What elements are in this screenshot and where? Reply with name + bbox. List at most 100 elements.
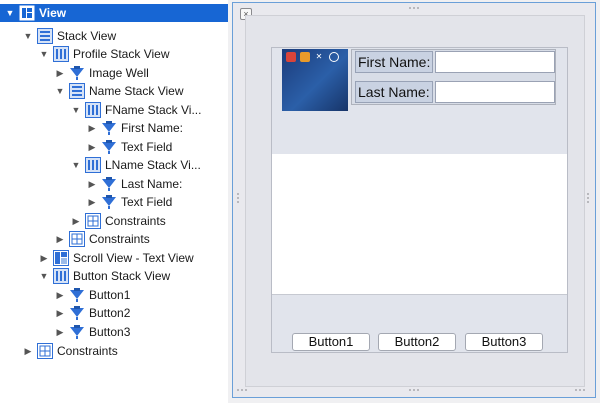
vertical-stack-icon <box>69 83 85 99</box>
outline-item-lname-stack-view[interactable]: ▼ LName Stack Vi... <box>0 156 228 174</box>
outline-item-label: Scroll View - Text View <box>73 251 194 265</box>
outline-item-name-stack-view[interactable]: ▼ Name Stack View <box>0 82 228 100</box>
outline-item-label: Name Stack View <box>89 84 184 98</box>
outline-item-first-name-label[interactable]: ▶ First Name: <box>0 119 228 137</box>
view-object-icon <box>69 287 85 303</box>
button2[interactable]: Button2 <box>378 333 456 351</box>
resize-handle-bottom-right[interactable] <box>575 389 587 393</box>
disclosure-open-icon[interactable]: ▼ <box>22 30 34 42</box>
disclosure-open-icon[interactable]: ▼ <box>54 85 66 97</box>
outline-item-name-constraints[interactable]: ▶ Constraints <box>0 212 228 230</box>
disclosure-closed-icon[interactable]: ▶ <box>22 345 34 357</box>
disclosure-closed-icon[interactable]: ▶ <box>86 141 98 153</box>
view-object-icon <box>101 176 117 192</box>
outline-item-label: Button1 <box>89 288 131 302</box>
lname-stack-view[interactable]: Last Name: <box>355 81 555 103</box>
scroll-view-icon <box>53 250 69 266</box>
app-icon <box>286 52 296 62</box>
disclosure-open-icon[interactable]: ▼ <box>4 7 16 19</box>
outline-item-first-name-field[interactable]: ▶ Text Field <box>0 138 228 156</box>
outline-item-label: Constraints <box>105 214 166 228</box>
outline-item-scroll-view[interactable]: ▶ Scroll View - Text View <box>0 249 228 267</box>
disclosure-open-icon[interactable]: ▼ <box>38 48 50 60</box>
view-object-icon <box>101 139 117 155</box>
disclosure-closed-icon[interactable]: ▶ <box>54 326 66 338</box>
outline-item-label: Constraints <box>89 232 150 246</box>
outline-item-label: Profile Stack View <box>73 47 170 61</box>
fname-stack-view[interactable]: First Name: <box>355 51 555 73</box>
disclosure-closed-icon[interactable]: ▶ <box>86 196 98 208</box>
outline-item-button1[interactable]: ▶ Button1 <box>0 286 228 304</box>
constraints-icon <box>69 231 85 247</box>
outline-item-label: First Name: <box>121 121 184 135</box>
outline-item-view-constraints[interactable]: ▶ Constraints <box>0 342 228 360</box>
button-stack-view[interactable]: Button1 Button2 Button3 <box>272 295 567 352</box>
outline-item-profile-stack-view[interactable]: ▼ Profile Stack View <box>0 45 228 63</box>
outline-item-view[interactable]: ▼ View <box>0 4 228 22</box>
outline-item-button3[interactable]: ▶ Button3 <box>0 323 228 341</box>
outline-item-profile-constraints[interactable]: ▶ Constraints <box>0 230 228 248</box>
vertical-stack-icon <box>37 28 53 44</box>
outline-item-stack-view[interactable]: ▼ Stack View <box>0 27 228 45</box>
disclosure-closed-icon[interactable]: ▶ <box>54 307 66 319</box>
view-controller-scene[interactable]: × ✕ First Name: Last Name: Button1 Butto… <box>232 2 596 398</box>
outline-item-label: View <box>39 6 67 20</box>
image-well[interactable]: ✕ <box>282 49 348 111</box>
scroll-text-view[interactable] <box>272 154 567 295</box>
button3[interactable]: Button3 <box>465 333 543 351</box>
outline-item-button2[interactable]: ▶ Button2 <box>0 304 228 322</box>
disclosure-closed-icon[interactable]: ▶ <box>86 122 98 134</box>
outline-item-label: Stack View <box>57 29 117 43</box>
outline-item-image-well[interactable]: ▶ Image Well <box>0 64 228 82</box>
resize-handle-right[interactable] <box>587 193 591 205</box>
disclosure-closed-icon[interactable]: ▶ <box>54 233 66 245</box>
first-name-field[interactable] <box>435 51 555 73</box>
outline-item-label: Button3 <box>89 325 131 339</box>
resize-handle-top[interactable] <box>409 7 421 11</box>
last-name-label: Last Name: <box>355 81 433 103</box>
disclosure-open-icon[interactable]: ▼ <box>70 159 82 171</box>
resize-handle-left[interactable] <box>237 193 241 205</box>
disclosure-closed-icon[interactable]: ▶ <box>54 289 66 301</box>
horizontal-stack-icon <box>53 268 69 284</box>
disclosure-closed-icon[interactable]: ▶ <box>38 252 50 264</box>
outline-item-label: Button2 <box>89 306 131 320</box>
outline-item-label: Image Well <box>89 66 149 80</box>
interface-builder-canvas: × ✕ First Name: Last Name: Button1 Butto… <box>228 0 600 403</box>
horizontal-stack-icon <box>53 46 69 62</box>
view-object-icon <box>101 194 117 210</box>
app-icon <box>300 52 310 62</box>
constraints-icon <box>37 343 53 359</box>
disclosure-closed-icon[interactable]: ▶ <box>54 67 66 79</box>
horizontal-stack-icon <box>85 102 101 118</box>
profile-stack-view[interactable]: ✕ First Name: Last Name: <box>272 48 567 155</box>
view-object-icon <box>101 120 117 136</box>
disclosure-open-icon[interactable]: ▼ <box>38 270 50 282</box>
view-object-icon <box>69 305 85 321</box>
outline-item-last-name-label[interactable]: ▶ Last Name: <box>0 175 228 193</box>
view-object-icon <box>69 324 85 340</box>
disclosure-closed-icon[interactable]: ▶ <box>70 215 82 227</box>
name-stack-view[interactable]: First Name: Last Name: <box>351 49 556 105</box>
outline-item-last-name-field[interactable]: ▶ Text Field <box>0 193 228 211</box>
disclosure-open-icon[interactable]: ▼ <box>70 104 82 116</box>
outline-item-label: LName Stack Vi... <box>105 158 201 172</box>
last-name-field[interactable] <box>435 81 555 103</box>
view-object-icon <box>69 65 85 81</box>
outline-item-button-stack-view[interactable]: ▼ Button Stack View <box>0 267 228 285</box>
outline-item-label: Constraints <box>57 344 118 358</box>
view-icon <box>19 5 35 21</box>
outline-item-label: Text Field <box>121 140 173 154</box>
outline-item-label: Text Field <box>121 195 173 209</box>
constraints-icon <box>85 213 101 229</box>
document-outline: ▼ View ▼ Stack View ▼ Profile Stack View… <box>0 0 228 403</box>
stack-view[interactable]: ✕ First Name: Last Name: Button1 Button2… <box>271 47 568 353</box>
button1[interactable]: Button1 <box>292 333 370 351</box>
disclosure-closed-icon[interactable]: ▶ <box>86 178 98 190</box>
outline-item-fname-stack-view[interactable]: ▼ FName Stack Vi... <box>0 101 228 119</box>
close-icon: ✕ <box>315 52 323 61</box>
resize-handle-bottom-left[interactable] <box>237 389 249 393</box>
app-icon <box>329 52 339 62</box>
horizontal-stack-icon <box>85 157 101 173</box>
resize-handle-bottom[interactable] <box>409 389 421 393</box>
